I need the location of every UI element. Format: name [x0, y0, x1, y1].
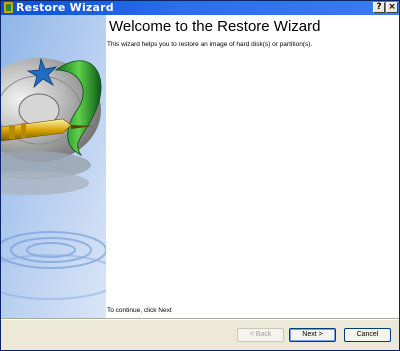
continue-hint: To continue, click Next [107, 307, 172, 314]
close-icon[interactable]: × [386, 2, 398, 13]
cancel-button[interactable]: Cancel [344, 328, 391, 342]
title-bar[interactable]: Restore Wizard ? × [1, 1, 399, 15]
page-title: Welcome to the Restore Wizard [109, 18, 321, 35]
help-icon[interactable]: ? [373, 2, 385, 13]
button-separator [1, 318, 399, 320]
disk-illustration [1, 15, 106, 318]
next-button[interactable]: Next > [289, 328, 336, 342]
restore-app-icon [4, 2, 13, 13]
restore-wizard-window: Restore Wizard ? × Welcome to the Restor… [0, 0, 400, 351]
window-title: Restore Wizard [16, 1, 114, 14]
wizard-content: Welcome to the Restore Wizard This wizar… [106, 15, 399, 318]
back-button[interactable]: < Back [237, 328, 284, 342]
page-description: This wizard helps you to restore an imag… [107, 41, 313, 48]
